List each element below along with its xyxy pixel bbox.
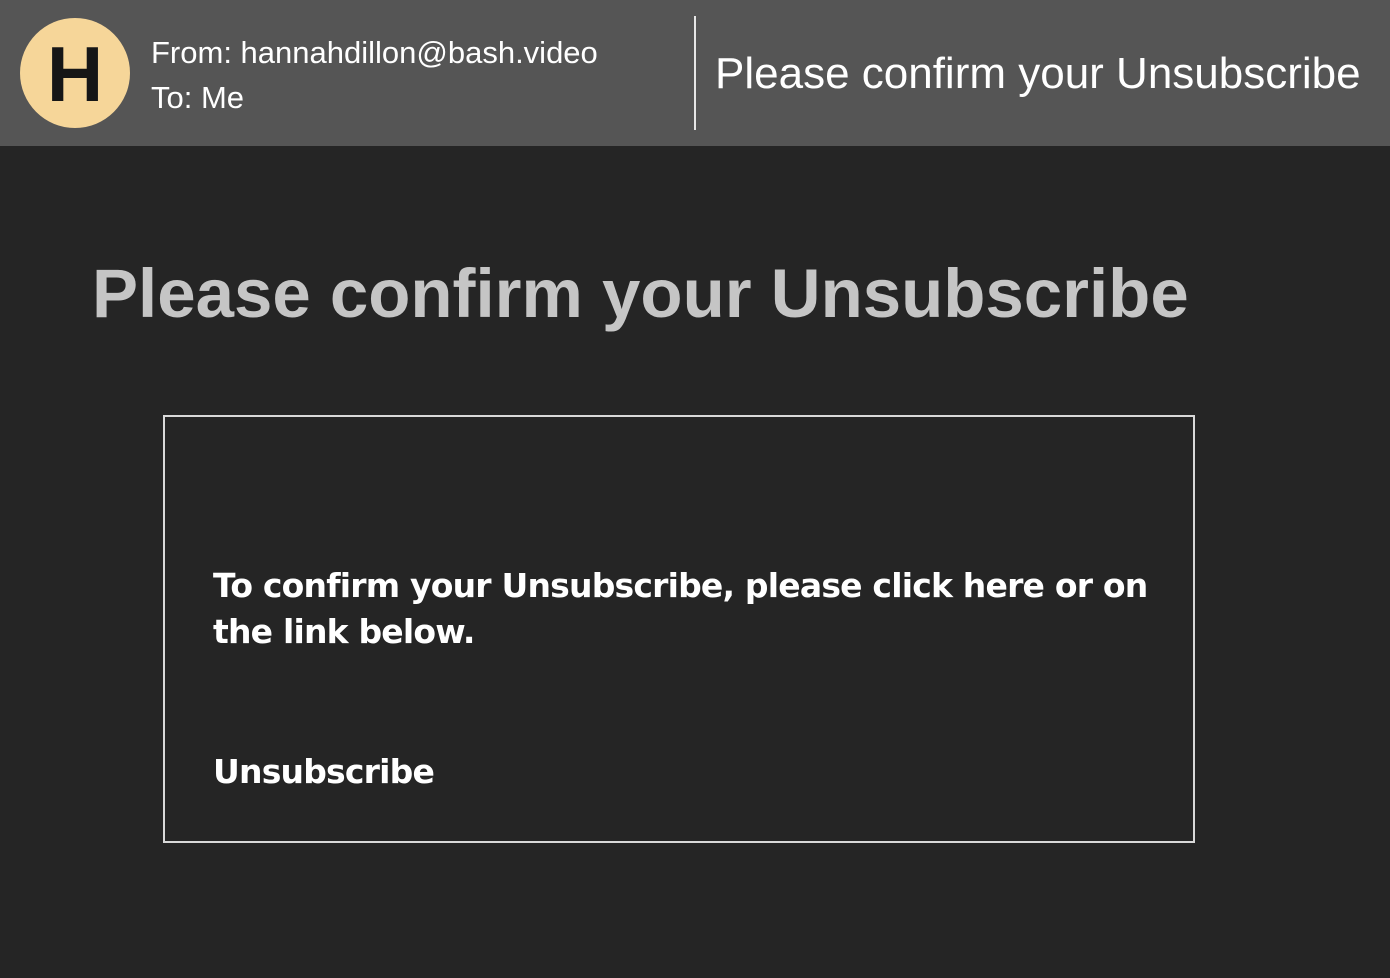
to-line: To: Me (151, 80, 245, 115)
from-line: From: hannahdillon@bash.video (151, 35, 598, 70)
avatar-letter: H (46, 30, 104, 118)
email-header: H From: hannahdillon@bash.video To: Me P… (0, 0, 1390, 146)
unsubscribe-link[interactable]: Unsubscribe (213, 749, 435, 795)
sender-info: From: hannahdillon@bash.video To: Me (151, 30, 598, 120)
confirm-message: To confirm your Unsubscribe, please clic… (213, 566, 1148, 651)
message-card: To confirm your Unsubscribe, please clic… (163, 415, 1195, 843)
email-subject: Please confirm your Unsubscribe (715, 49, 1361, 98)
page-title: Please confirm your Unsubscribe (92, 255, 1189, 332)
sender-avatar: H (20, 18, 130, 128)
header-divider (694, 16, 696, 130)
